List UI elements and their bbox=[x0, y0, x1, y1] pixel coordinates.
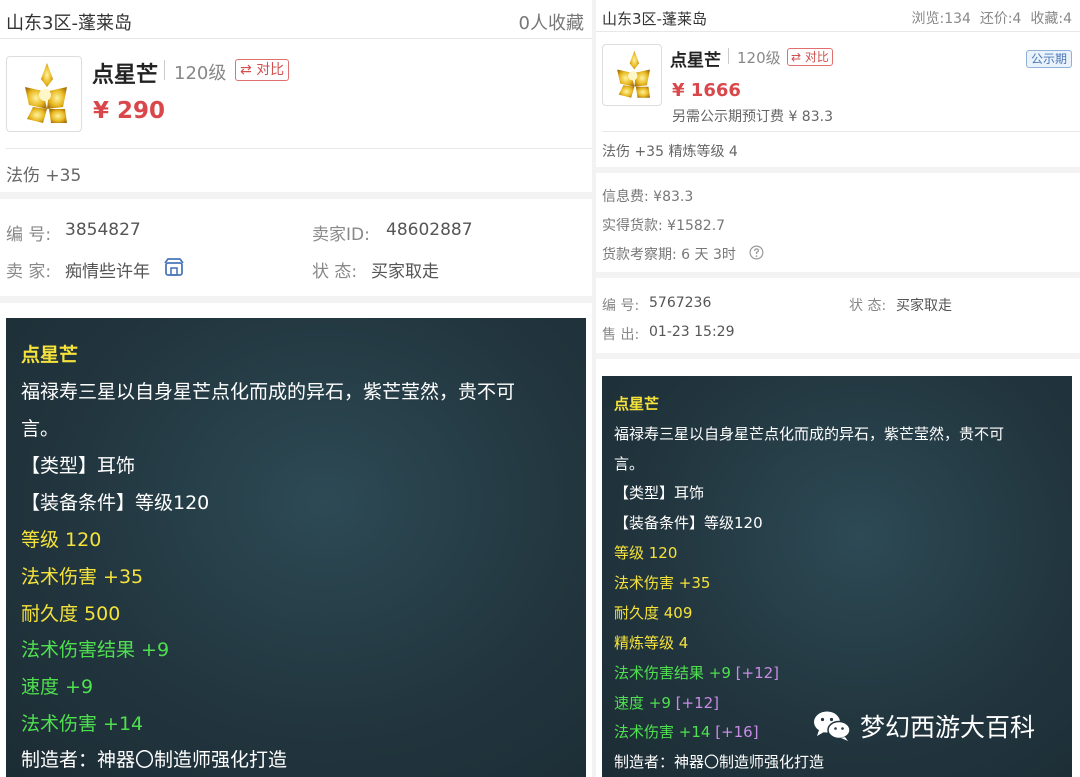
divider bbox=[164, 60, 165, 80]
attribute-line: 法伤 +35 精炼等级 4 bbox=[602, 144, 738, 160]
seller-id-label: 卖家ID: bbox=[312, 225, 370, 245]
status-label: 状 态: bbox=[312, 262, 358, 282]
shop-icon[interactable] bbox=[164, 257, 184, 281]
status-value: 买家取走 bbox=[371, 262, 439, 282]
section-gap bbox=[596, 272, 1080, 278]
tooltip-magic-damage: 法术伤害 +35 bbox=[614, 574, 711, 592]
tooltip-durability: 耐久度 409 bbox=[614, 604, 693, 622]
preorder-fee: 另需公示期预订费 ¥ 83.3 bbox=[672, 109, 833, 125]
section-gap bbox=[596, 353, 1080, 359]
seller-id-value: 48602887 bbox=[386, 220, 473, 240]
section-gap bbox=[0, 296, 592, 303]
tooltip-gem-stat-1: 法术伤害结果 +9 bbox=[21, 639, 170, 661]
item-level: 120级 bbox=[737, 49, 781, 67]
tooltip-gem-stat-2: 速度 +9 [+12] bbox=[614, 692, 719, 713]
item-thumbnail[interactable] bbox=[602, 44, 662, 106]
divider bbox=[728, 48, 729, 64]
tooltip-type: 【类型】耳饰 bbox=[614, 484, 705, 502]
divider bbox=[596, 31, 1080, 32]
compare-button[interactable]: ⇄ 对比 bbox=[235, 59, 290, 81]
number-value: 3854827 bbox=[65, 220, 141, 240]
gem-stat-2-bonus: [+12] bbox=[675, 694, 720, 712]
divider bbox=[0, 38, 592, 39]
attribute-line: 法伤 +35 bbox=[6, 166, 82, 186]
tooltip-maker: 制造者：神器〇制造师强化打造 bbox=[21, 749, 288, 771]
tooltip-gem-stat-3: 法术伤害 +14 [+16] bbox=[614, 721, 759, 742]
price: ¥ 1666 bbox=[672, 80, 741, 101]
tooltip-description: 福禄寿三星以自身星芒点化而成的异石，紫芒莹然，贵不可 bbox=[614, 425, 1005, 443]
earring-icon bbox=[25, 63, 67, 123]
status-value: 买家取走 bbox=[896, 298, 952, 314]
item-thumbnail[interactable] bbox=[6, 56, 82, 132]
tooltip-gem-stat-1: 法术伤害结果 +9 [+12] bbox=[614, 662, 779, 683]
tooltip-magic-damage: 法术伤害 +35 bbox=[21, 566, 144, 588]
earring-icon bbox=[617, 50, 651, 98]
tooltip-title: 点星芒 bbox=[614, 395, 660, 413]
wechat-icon bbox=[814, 711, 851, 741]
compare-icon: ⇄ bbox=[240, 62, 252, 78]
tooltip-title: 点星芒 bbox=[21, 344, 79, 366]
divider bbox=[6, 148, 592, 149]
tooltip-gem-stat-3: 法术伤害 +14 bbox=[21, 713, 144, 735]
tooltip-requirement: 【装备条件】等级120 bbox=[21, 492, 210, 514]
sold-label: 售 出: bbox=[602, 327, 640, 343]
seller-name[interactable]: 痴情些许年 bbox=[65, 257, 150, 282]
watermark-text: 梦幻西游大百科 bbox=[860, 713, 1036, 742]
tooltip-gem-stat-2: 速度 +9 bbox=[21, 676, 94, 698]
listing-stats: 浏览:134 还价:4 收藏:4 bbox=[911, 11, 1073, 27]
gem-stat-3-bonus: [+16] bbox=[715, 723, 759, 741]
compare-icon: ⇄ bbox=[791, 50, 802, 64]
tooltip-requirement: 【装备条件】等级120 bbox=[614, 514, 763, 532]
watermark: 梦幻西游大百科 bbox=[812, 708, 1035, 744]
item-tooltip: 点星芒 福禄寿三星以自身星芒点化而成的异石，紫芒莹然，贵不可 言。 【类型】耳饰… bbox=[6, 318, 586, 777]
right-listing-panel: 山东3区-蓬莱岛 浏览:134 还价:4 收藏:4 点星芒 120级 ⇄ 对比 … bbox=[596, 0, 1080, 777]
tooltip-refine-level: 精炼等级 4 bbox=[614, 634, 689, 652]
tooltip-level: 等级 120 bbox=[21, 529, 102, 551]
number-label: 编 号: bbox=[602, 298, 640, 314]
gem-stat-3-text: 法术伤害 +14 bbox=[614, 723, 711, 741]
item-name: 点星芒 bbox=[92, 63, 159, 88]
tooltip-level: 等级 120 bbox=[614, 544, 678, 562]
number-label: 编 号: bbox=[6, 225, 52, 245]
favorites-count[interactable]: 0人收藏 bbox=[519, 9, 584, 35]
section-gap bbox=[0, 192, 592, 199]
tooltip-description: 福禄寿三星以自身星芒点化而成的异石，紫芒莹然，贵不可 bbox=[21, 381, 516, 403]
item-name: 点星芒 bbox=[670, 51, 721, 71]
tooltip-description-cont: 言。 bbox=[614, 455, 645, 473]
tooltip-maker: 制造者：神器〇制造师强化打造 bbox=[614, 753, 825, 771]
tooltip-durability: 耐久度 500 bbox=[21, 603, 121, 625]
price: ¥ 290 bbox=[93, 98, 166, 124]
gem-stat-1-text: 法术伤害结果 +9 bbox=[614, 664, 731, 682]
divider bbox=[602, 131, 1080, 132]
actual-payment: 实得货款: ¥1582.7 bbox=[602, 218, 726, 234]
sold-time: 01-23 15:29 bbox=[649, 324, 735, 340]
tooltip-description-cont: 言。 bbox=[21, 418, 60, 440]
compare-label: 对比 bbox=[804, 50, 829, 64]
gem-stat-1-bonus: [+12] bbox=[735, 664, 780, 682]
server-name: 山东3区-蓬莱岛 bbox=[6, 13, 132, 34]
item-level: 120级 bbox=[174, 63, 227, 84]
left-listing-panel: 山东3区-蓬莱岛 0人收藏 点星芒 120级 ⇄ 对比 ¥ 290 法伤 +35… bbox=[0, 0, 592, 777]
compare-label: 对比 bbox=[256, 62, 285, 78]
payment-review-period: 货款考察期: 6 天 3时 bbox=[602, 247, 736, 263]
help-icon[interactable] bbox=[749, 245, 764, 264]
status-label: 状 态: bbox=[849, 298, 887, 314]
server-name: 山东3区-蓬莱岛 bbox=[602, 10, 707, 28]
section-gap bbox=[596, 167, 1080, 173]
number-value: 5767236 bbox=[649, 295, 712, 311]
seller-label: 卖 家: bbox=[6, 262, 52, 282]
tooltip-type: 【类型】耳饰 bbox=[21, 455, 136, 477]
public-period-badge: 公示期 bbox=[1025, 50, 1072, 68]
gem-stat-2-text: 速度 +9 bbox=[614, 694, 671, 712]
compare-button[interactable]: ⇄ 对比 bbox=[787, 48, 833, 66]
info-fee: 信息费: ¥83.3 bbox=[602, 189, 694, 205]
